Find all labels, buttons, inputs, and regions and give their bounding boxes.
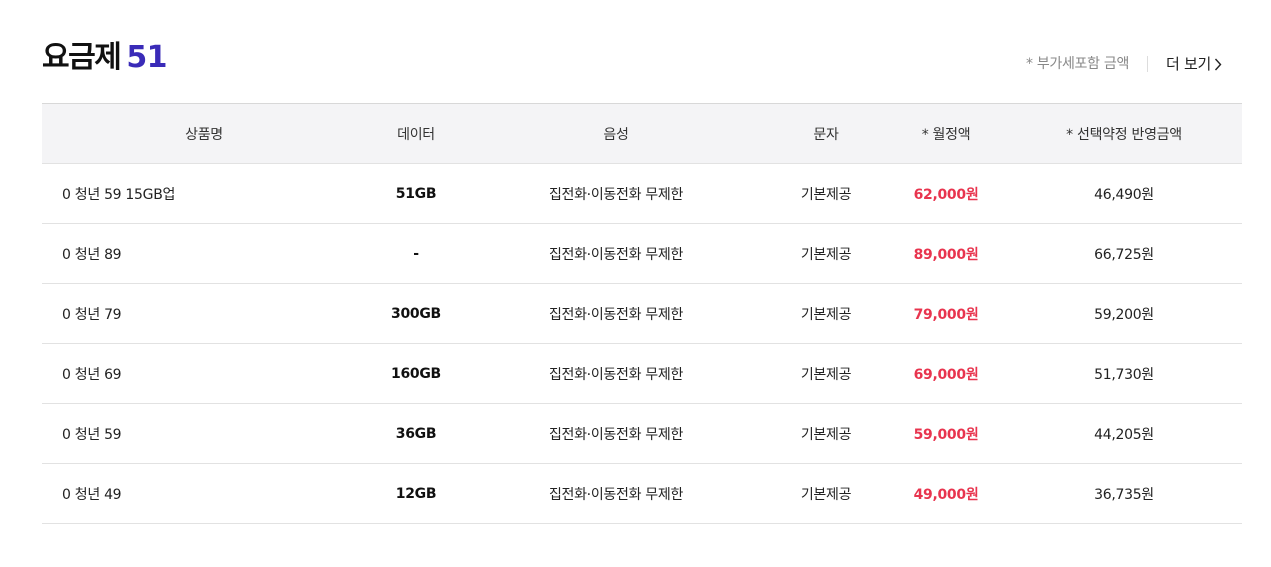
plan-name: 0 청년 89: [42, 223, 366, 284]
header-actions: * 부가세포함 금액 더 보기: [1026, 54, 1222, 74]
column-header-voice: 음성: [466, 103, 766, 164]
plan-monthly-price: 49,000원: [886, 463, 1006, 524]
plan-sms: 기본제공: [766, 463, 886, 524]
plan-name: 0 청년 59 15GB업: [42, 163, 366, 224]
plan-monthly-price: 79,000원: [886, 283, 1006, 344]
plans-table-header: 상품명 데이터 음성 문자 * 월정액 * 선택약정 반영금액: [42, 103, 1242, 164]
plan-voice: 집전화·이동전화 무제한: [466, 283, 766, 344]
plan-sms: 기본제공: [766, 163, 886, 224]
plan-discounted-price: 36,735원: [1006, 463, 1242, 524]
page-title: 요금제 51: [42, 38, 168, 78]
plan-sms: 기본제공: [766, 283, 886, 344]
plan-monthly-price: 59,000원: [886, 403, 1006, 464]
plans-table-body: 0 청년 59 15GB업 51GB 집전화·이동전화 무제한 기본제공 62,000원…: [42, 163, 1242, 524]
plan-name: 0 청년 59: [42, 403, 366, 464]
table-row[interactable]: 0 청년 69 160GB 집전화·이동전화 무제한 기본제공 69,000원 51,73…: [42, 343, 1242, 404]
table-row[interactable]: 0 청년 79 300GB 집전화·이동전화 무제한 기본제공 79,000원 59,20…: [42, 283, 1242, 344]
plan-discounted-price: 66,725원: [1006, 223, 1242, 284]
plan-data: -: [366, 223, 466, 284]
plan-count: 51: [126, 40, 168, 75]
plan-discounted-price: 51,730원: [1006, 343, 1242, 404]
plan-data: 300GB: [366, 283, 466, 344]
plan-monthly-price: 69,000원: [886, 343, 1006, 404]
plan-data: 12GB: [366, 463, 466, 524]
page-title-text: 요금제: [42, 40, 122, 75]
plan-discounted-price: 44,205원: [1006, 403, 1242, 464]
plan-name: 0 청년 49: [42, 463, 366, 524]
plan-monthly-price: 62,000원: [886, 163, 1006, 224]
column-header-sms: 문자: [766, 103, 886, 164]
column-header-data: 데이터: [366, 103, 466, 164]
plan-voice: 집전화·이동전화 무제한: [466, 463, 766, 524]
plan-voice: 집전화·이동전화 무제한: [466, 223, 766, 284]
more-link[interactable]: 더 보기: [1166, 54, 1222, 74]
plan-voice: 집전화·이동전화 무제한: [466, 163, 766, 224]
plan-voice: 집전화·이동전화 무제한: [466, 343, 766, 404]
plan-sms: 기본제공: [766, 343, 886, 404]
table-row[interactable]: 0 청년 59 15GB업 51GB 집전화·이동전화 무제한 기본제공 62,000원…: [42, 163, 1242, 224]
plan-voice: 집전화·이동전화 무제한: [466, 403, 766, 464]
column-header-name: 상품명: [42, 103, 366, 164]
column-header-monthly: * 월정액: [886, 103, 1006, 164]
plan-data: 160GB: [366, 343, 466, 404]
table-row[interactable]: 0 청년 59 36GB 집전화·이동전화 무제한 기본제공 59,000원 44,205…: [42, 403, 1242, 464]
more-link-label: 더 보기: [1166, 55, 1211, 73]
chevron-right-icon: [1214, 58, 1222, 70]
plan-data: 51GB: [366, 163, 466, 224]
plan-monthly-price: 89,000원: [886, 223, 1006, 284]
plans-header: 요금제 51 * 부가세포함 금액 더 보기: [42, 36, 1222, 86]
plan-name: 0 청년 79: [42, 283, 366, 344]
vat-note: * 부가세포함 금액: [1025, 56, 1130, 72]
plan-sms: 기본제공: [766, 403, 886, 464]
table-row[interactable]: 0 청년 89- 집전화·이동전화 무제한 기본제공 89,000원 66,725원: [42, 223, 1242, 284]
column-header-discounted: * 선택약정 반영금액: [1006, 103, 1242, 164]
plan-sms: 기본제공: [766, 223, 886, 284]
plan-name: 0 청년 69: [42, 343, 366, 404]
plans-table: 상품명 데이터 음성 문자 * 월정액 * 선택약정 반영금액 0 청년 59 …: [42, 103, 1242, 524]
plan-data: 36GB: [366, 403, 466, 464]
plan-discounted-price: 59,200원: [1006, 283, 1242, 344]
plan-discounted-price: 46,490원: [1006, 163, 1242, 224]
table-row[interactable]: 0 청년 49 12GB 집전화·이동전화 무제한 기본제공 49,000원 36,735…: [42, 463, 1242, 524]
header-divider: [1147, 56, 1149, 72]
